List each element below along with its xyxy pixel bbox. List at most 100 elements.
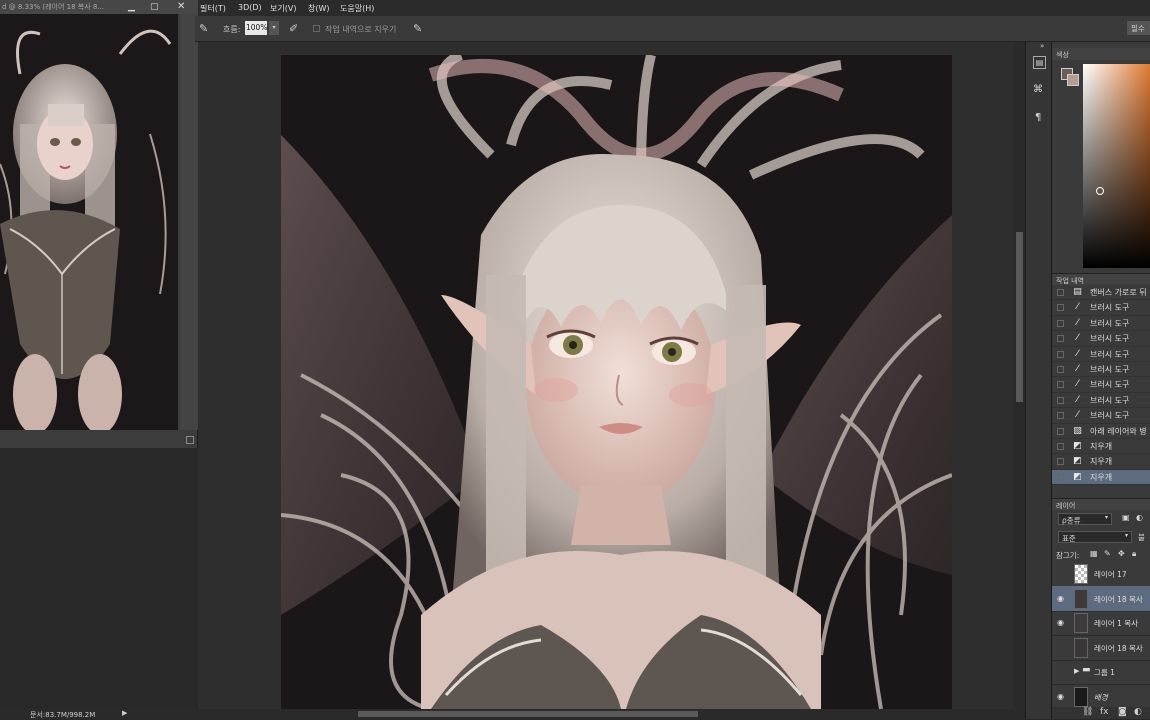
expand-arrow-icon[interactable]: ▶ <box>1074 667 1079 675</box>
image-filter-icon[interactable]: ▣ <box>1122 513 1130 522</box>
history-snapshot-checkbox[interactable] <box>1057 381 1064 389</box>
history-item[interactable]: ◩ 지우개 <box>1052 469 1150 486</box>
horizontal-scrollbar[interactable] <box>198 709 1025 719</box>
layer-row[interactable]: 레이어 17 <box>1052 561 1150 587</box>
adjustment-filter-icon[interactable]: ◐ <box>1136 513 1143 522</box>
brush-icon: ⁄ <box>1076 333 1079 344</box>
history-item[interactable]: ▧ 아래 레이어와 병 <box>1052 424 1150 439</box>
eraser-icon: ◩ <box>1073 441 1082 451</box>
history-item-label: 브러시 도구 <box>1090 318 1130 328</box>
history-item[interactable]: ⁄ 브러시 도구 <box>1052 300 1150 316</box>
history-item-label: 브러시 도구 <box>1090 380 1130 390</box>
restore-icon[interactable]: ▢ <box>150 0 159 14</box>
history-snapshot-checkbox[interactable] <box>1057 319 1064 327</box>
history-snapshot-checkbox[interactable] <box>1057 443 1064 450</box>
history-snapshot-checkbox[interactable] <box>1057 289 1064 296</box>
history-item[interactable]: ⁄ 브러시 도구 <box>1052 362 1150 378</box>
history-list: ▤ 캔버스 가로로 뒤 ⁄ 브러시 도구 ⁄ 브러시 도구 ⁄ 브러시 도구 ⁄ 브러시 도구 ⁄ 브… <box>1052 285 1150 486</box>
history-item[interactable]: ⁄ 브러시 도구 <box>1052 347 1150 362</box>
vertical-scroll-thumb[interactable] <box>1016 232 1023 402</box>
layers-panel-tab[interactable]: 레이어 <box>1052 498 1150 510</box>
history-snapshot-checkbox[interactable] <box>1057 473 1064 481</box>
minimize-icon[interactable]: ▁ <box>128 0 135 14</box>
visibility-eye-icon[interactable]: ◉ <box>1057 618 1067 628</box>
layer-filter-dropdown[interactable]: ρ종류 ▾ <box>1058 513 1112 525</box>
history-item-label: 브러시 도구 <box>1090 303 1130 313</box>
history-snapshot-checkbox[interactable] <box>1057 396 1064 404</box>
navigator-title-bar[interactable]: d @ 8.33% (레이어 18 복사 8... ▁ ▢ ✕ <box>0 0 198 14</box>
visibility-eye-icon[interactable]: ◉ <box>1057 594 1067 604</box>
menu-window[interactable]: 창(W) <box>308 3 330 14</box>
history-snapshot-checkbox[interactable] <box>1057 366 1064 373</box>
visibility-eye-icon[interactable] <box>1057 667 1067 677</box>
history-item-label: 지우개 <box>1090 457 1113 467</box>
airbrush-toggle-icon[interactable]: ✐ <box>289 22 298 35</box>
history-panel-icon[interactable]: ▤ <box>1033 56 1046 69</box>
brush-icon: ⁄ <box>1076 394 1079 405</box>
layer-row[interactable]: 레이어 18 복사 <box>1052 635 1150 661</box>
close-icon[interactable]: ✕ <box>177 0 185 14</box>
background-swatch[interactable] <box>1067 74 1079 86</box>
visibility-eye-icon[interactable] <box>1057 569 1067 579</box>
menu-view[interactable]: 보기(V) <box>270 3 296 14</box>
fx-icon[interactable]: fx <box>1100 707 1109 717</box>
essentials-button[interactable]: 필수 <box>1127 21 1150 35</box>
resize-handle-icon[interactable] <box>186 436 194 444</box>
collapse-panels-icon[interactable]: » <box>1040 42 1044 50</box>
history-item[interactable]: ⁄ 브러시 도구 <box>1052 393 1150 409</box>
history-item[interactable]: ▤ 캔버스 가로로 뒤 <box>1052 285 1150 301</box>
layer-name: 레이어 17 <box>1094 570 1127 579</box>
flow-dropdown-icon[interactable]: ▾ <box>269 21 279 35</box>
artwork-canvas[interactable] <box>281 55 952 709</box>
history-snapshot-checkbox[interactable] <box>1057 304 1064 312</box>
airbrush-icon[interactable]: ✎ <box>199 22 208 35</box>
layer-row[interactable]: ◉ 레이어 1 복사 <box>1052 610 1150 636</box>
history-snapshot-checkbox[interactable] <box>1057 350 1064 358</box>
history-item[interactable]: ◩ 지우개 <box>1052 439 1150 455</box>
eraser-icon: ◩ <box>1073 471 1082 482</box>
pressure-icon[interactable]: ✎ <box>413 22 422 35</box>
options-bar: ✎ 흐름: 100% ▾ ✐ 작업 내역으로 지우기 ✎ 필수 <box>195 16 1150 42</box>
status-menu-icon[interactable]: ▶ <box>122 709 127 717</box>
history-snapshot-checkbox[interactable] <box>1057 458 1064 466</box>
navigator-scroll-track[interactable] <box>180 14 198 430</box>
right-panels: 색상 작업 내역 ▤ 캔버스 가로로 뒤 ⁄ 브러시 도구 ⁄ 브러시 도구 ⁄ 브러시 도구… <box>1052 42 1150 719</box>
flow-input[interactable]: 100% <box>245 21 267 35</box>
navigator-preview[interactable] <box>0 14 178 430</box>
lock-all-icon[interactable]: 🔒︎ <box>1132 549 1136 559</box>
menu-filter[interactable]: 필터(T) <box>200 3 226 14</box>
layer-group-row[interactable]: ▶ ▬ 그룹 1 <box>1052 659 1150 685</box>
layer-row[interactable]: ◉ 레이어 18 복사 <box>1052 585 1150 612</box>
history-item[interactable]: ⁄ 브러시 도구 <box>1052 331 1150 347</box>
erase-history-checkbox[interactable] <box>313 25 320 32</box>
vertical-scrollbar[interactable] <box>1014 42 1025 709</box>
history-panel-tab[interactable]: 작업 내역 <box>1052 273 1150 285</box>
brush-icon: ⁄ <box>1076 348 1079 359</box>
brush-preset-icon[interactable]: ⌘ <box>1033 84 1046 97</box>
visibility-eye-icon[interactable] <box>1057 643 1067 653</box>
lock-brush-icon[interactable]: ✎ <box>1104 549 1111 558</box>
history-snapshot-checkbox[interactable] <box>1057 412 1064 420</box>
history-item[interactable]: ◩ 지우개 <box>1052 454 1150 470</box>
color-picker-field[interactable] <box>1083 64 1150 268</box>
status-bar: 문서:83.7M/998.2M ▶ <box>0 709 198 719</box>
history-snapshot-checkbox[interactable] <box>1057 335 1064 343</box>
history-item[interactable]: ⁄ 브러시 도구 <box>1052 408 1150 424</box>
menu-help[interactable]: 도움말(H) <box>340 3 374 14</box>
lock-transparent-icon[interactable]: ▦ <box>1090 549 1098 558</box>
history-snapshot-checkbox[interactable] <box>1057 427 1064 435</box>
adjustment-layer-icon[interactable]: ◐ <box>1134 707 1142 717</box>
link-layers-icon[interactable]: ⛓︎ <box>1082 707 1093 717</box>
history-item[interactable]: ⁄ 브러시 도구 <box>1052 377 1150 393</box>
paragraph-icon[interactable]: ¶ <box>1035 112 1041 123</box>
layer-row[interactable]: ◉ 배경 <box>1052 684 1150 710</box>
history-item[interactable]: ⁄ 브러시 도구 <box>1052 316 1150 332</box>
horizontal-scroll-thumb[interactable] <box>358 711 698 717</box>
mask-icon[interactable]: ◙ <box>1118 707 1127 717</box>
color-picker-cursor-icon[interactable] <box>1096 187 1104 195</box>
visibility-eye-icon[interactable]: ◉ <box>1057 692 1067 702</box>
menu-3d[interactable]: 3D(D) <box>238 3 262 12</box>
color-panel-tab[interactable]: 색상 <box>1052 48 1150 60</box>
blend-mode-dropdown[interactable]: 표준 ▾ <box>1058 531 1132 543</box>
lock-move-icon[interactable]: ✥ <box>1118 549 1125 558</box>
